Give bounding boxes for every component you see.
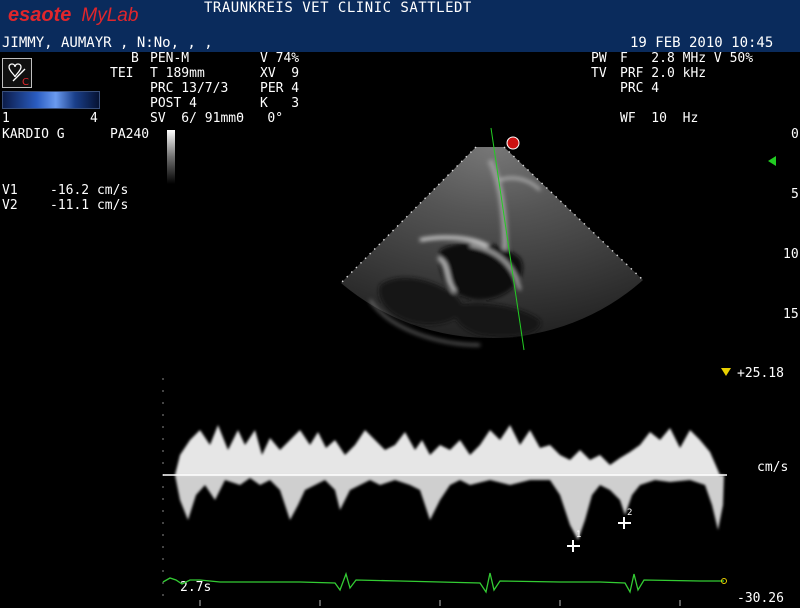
time-axis-ticks [199, 600, 681, 606]
doppler-spectrum [175, 425, 724, 540]
cursor-1-label: 1 [576, 530, 582, 540]
cursor-1 [567, 540, 580, 552]
cursor-2-label: 2 [627, 508, 633, 518]
ultrasound-graphics [162, 127, 727, 606]
sample-volume-marker [506, 136, 520, 150]
ecg-trace [162, 571, 724, 594]
cursor-2 [618, 517, 631, 529]
